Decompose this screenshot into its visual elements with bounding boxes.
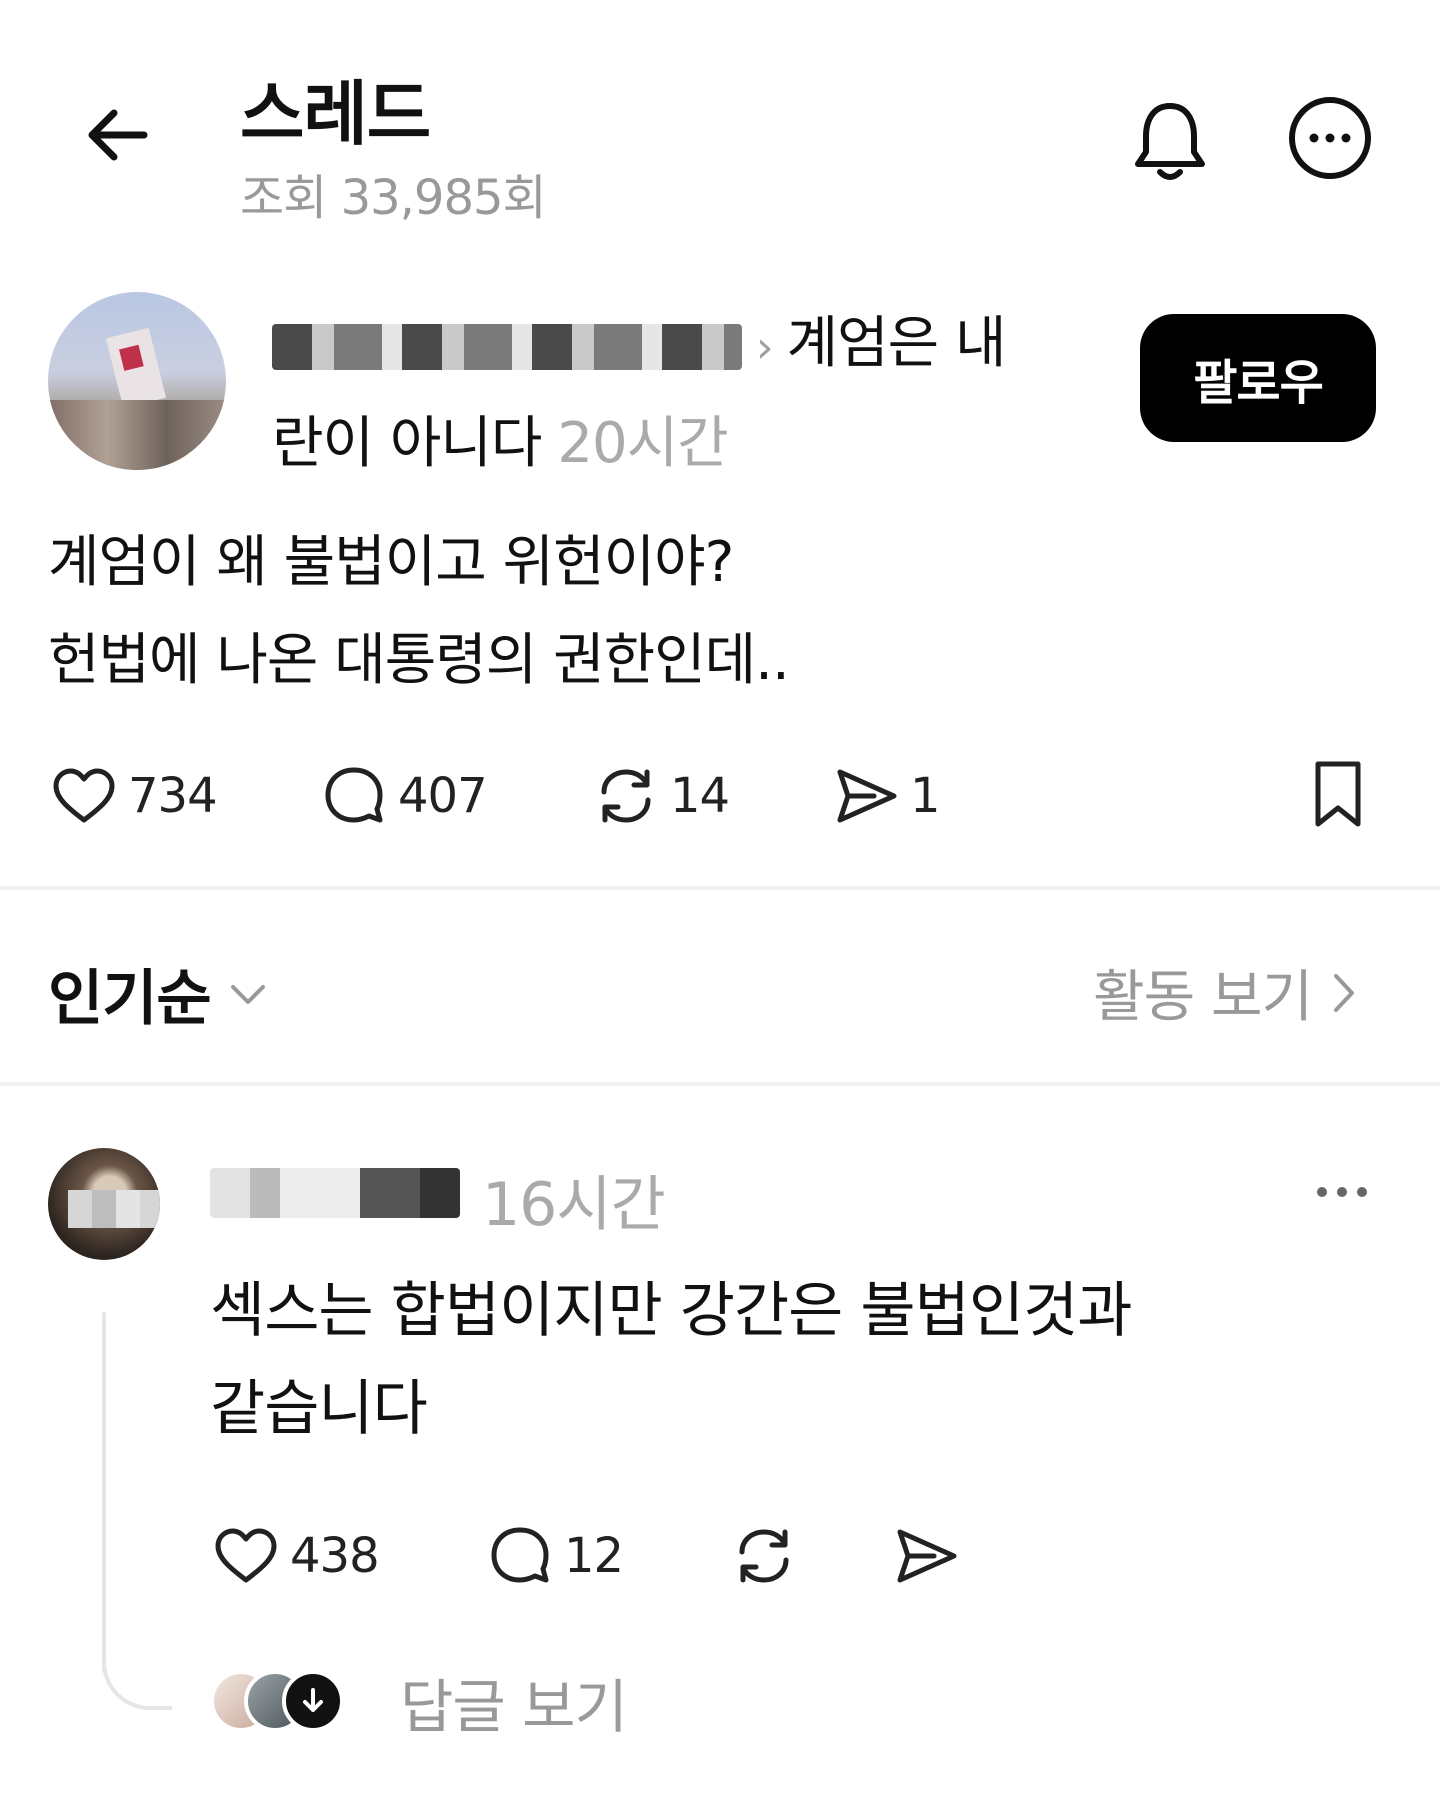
chevron-right-icon: › — [756, 322, 774, 373]
repost-icon — [601, 769, 651, 823]
heart-icon — [215, 1528, 277, 1583]
avatar-blur — [68, 1190, 160, 1228]
page-title: 스레드 — [240, 73, 431, 155]
reply-body: 섹스는 합법이지만 강간은 불법인것과 같습니다 — [210, 1262, 1132, 1458]
sort-label: 인기순 — [48, 964, 212, 1034]
thread-line-curve — [102, 1640, 172, 1710]
post-body: 계엄이 왜 불법이고 위헌이야? 헌법에 나온 대통령의 권한인데.. — [48, 514, 790, 710]
section-divider — [0, 1082, 1440, 1086]
chevron-down-icon — [230, 984, 265, 1004]
like-button[interactable]: 438 — [210, 1520, 484, 1592]
see-replies-link[interactable]: 답글 보기 — [400, 1660, 628, 1744]
repost-icon — [739, 1529, 789, 1583]
like-button[interactable]: 734 — [48, 760, 318, 832]
post-body-line: 헌법에 나온 대통령의 권한인데.. — [48, 628, 790, 693]
bookmark-icon[interactable] — [1302, 756, 1374, 832]
reply-actions: 438 12 — [210, 1520, 962, 1592]
post-actions: 734 407 14 1 — [48, 760, 990, 832]
avatar[interactable] — [48, 292, 226, 470]
thread-page: 스레드 조회 33,985회 › 계엄은 내란이 아니다 20시간 팔로우 계엄이 … — [0, 0, 1440, 1794]
like-count: 438 — [290, 1528, 380, 1584]
thread-line — [102, 1312, 106, 1672]
repost-button[interactable]: 14 — [590, 760, 830, 832]
comment-count: 12 — [564, 1528, 624, 1584]
view-activity-label: 활동 보기 — [1093, 965, 1313, 1030]
bell-icon[interactable] — [1120, 92, 1220, 192]
arrow-down-icon — [282, 1670, 344, 1732]
reply-time: 16시간 — [482, 1170, 666, 1240]
reply-username-blurred[interactable] — [210, 1168, 460, 1218]
comment-count: 407 — [398, 768, 488, 824]
avatar[interactable] — [48, 1148, 160, 1260]
like-count: 734 — [128, 768, 218, 824]
follow-button[interactable]: 팔로우 — [1140, 314, 1376, 442]
send-icon — [837, 769, 897, 823]
comment-bubble-icon — [491, 1527, 549, 1583]
post-username-blurred[interactable] — [272, 323, 742, 370]
share-button[interactable]: 1 — [830, 760, 990, 832]
repost-button[interactable] — [728, 1520, 890, 1592]
post-time: 20시간 — [557, 411, 728, 476]
view-activity-link[interactable]: 활동 보기 — [1093, 952, 1364, 1033]
section-divider — [0, 886, 1440, 890]
post-body-line: 계엄이 왜 불법이고 위헌이야? — [48, 530, 734, 595]
comment-button[interactable]: 407 — [318, 760, 590, 832]
avatar-flag-image — [105, 327, 167, 409]
repost-count: 14 — [670, 768, 730, 824]
share-button[interactable] — [890, 1520, 962, 1592]
view-count: 조회 33,985회 — [240, 170, 547, 226]
back-arrow-icon[interactable] — [80, 95, 160, 175]
send-icon — [897, 1529, 957, 1583]
chevron-right-icon — [1334, 973, 1354, 1012]
reply-body-line: 같습니다 — [210, 1374, 428, 1444]
reply-avatars-stack[interactable] — [210, 1664, 360, 1736]
share-count: 1 — [910, 768, 941, 824]
avatar-crowd-image — [48, 400, 226, 470]
more-options-icon[interactable] — [1280, 92, 1380, 192]
post-header: › 계엄은 내란이 아니다 20시간 — [272, 296, 1052, 492]
heart-icon — [53, 768, 115, 823]
more-options-icon[interactable] — [1310, 1168, 1374, 1216]
comment-button[interactable]: 12 — [484, 1520, 728, 1592]
comment-bubble-icon — [325, 767, 383, 823]
reply-body-line: 섹스는 합법이지만 강간은 불법인것과 — [210, 1276, 1132, 1346]
sort-dropdown[interactable]: 인기순 — [48, 950, 271, 1037]
